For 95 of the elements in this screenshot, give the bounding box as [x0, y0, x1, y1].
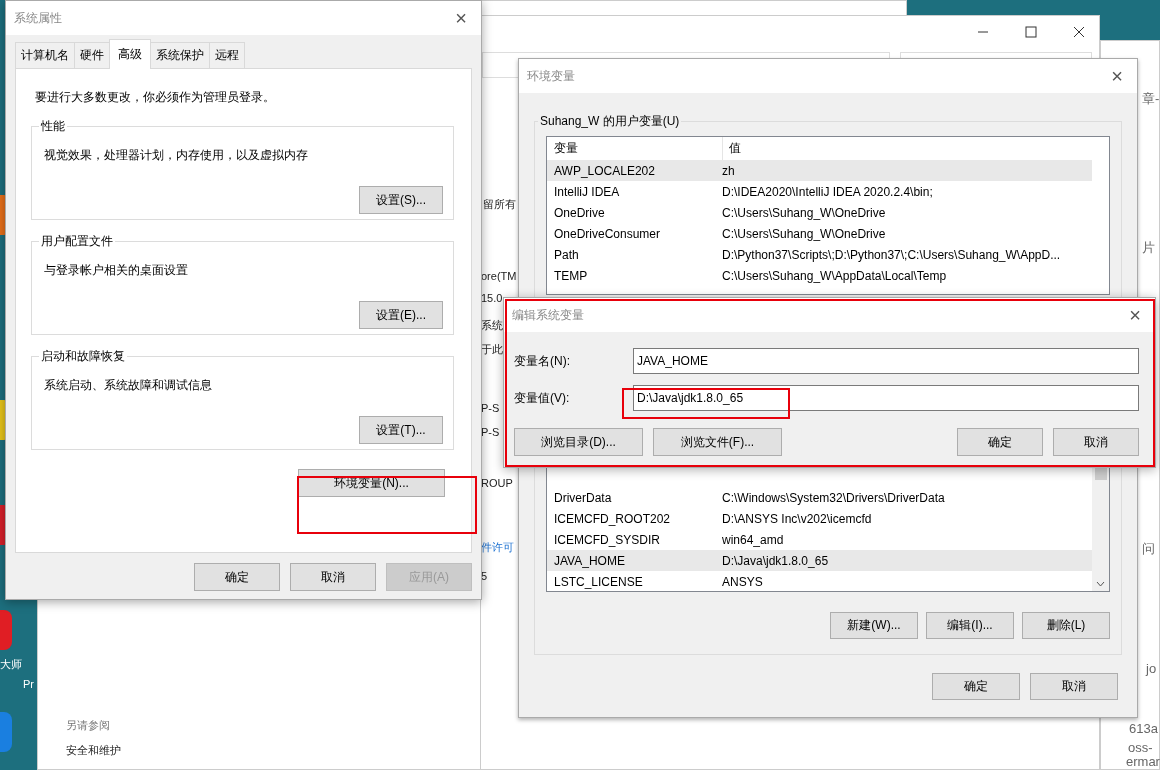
background-text: oss-	[1128, 740, 1153, 755]
settings-button[interactable]: 设置(S)...	[359, 186, 443, 214]
window-title: 系统属性	[14, 9, 62, 27]
list-row[interactable]: ICEMCFD_SYSDIR win64_amd	[547, 529, 1092, 550]
dialog-button[interactable]: 浏览文件(F)...	[653, 428, 782, 456]
background-text: 5	[481, 570, 488, 582]
background-text: 另请参阅	[66, 718, 110, 733]
field-label: 变量名(N):	[514, 352, 571, 370]
field-label: 变量值(V):	[514, 389, 571, 407]
list-row[interactable]: Path D:\Python37\Scripts\;D:\Python37\;C:\Users\Suhang_W\AppD...	[547, 244, 1092, 265]
background-text: jo	[1146, 661, 1157, 676]
desktop-icon-label[interactable]: Pr	[23, 678, 34, 690]
variable-value: D:\Java\jdk1.8.0_65	[722, 553, 829, 568]
background-text: 安全和维护	[66, 743, 121, 758]
group-title: 用户配置文件	[40, 233, 114, 250]
list-row[interactable]: TEMP C:\Users\Suhang_W\AppData\Local\Temp	[547, 265, 1092, 286]
list-row[interactable]: OneDrive C:\Users\Suhang_W\OneDrive	[547, 202, 1092, 223]
notice-text: 要进行大多数更改，你必须作为管理员登录。	[35, 89, 276, 106]
background-text: 15.0	[481, 292, 503, 304]
background-text: 于此	[481, 342, 503, 357]
list-row[interactable]: OneDriveConsumer C:\Users\Suhang_W\OneDrive	[547, 223, 1092, 244]
dialog-button[interactable]: 取消	[290, 563, 376, 591]
background-text: P-S	[481, 426, 500, 438]
variable-name: JAVA_HOME	[553, 553, 626, 568]
dialog-button[interactable]: 取消	[1030, 673, 1118, 700]
background-text: 613a	[1129, 721, 1158, 736]
list-row[interactable]: DriverData C:\Windows\System32\Drivers\DriverData	[547, 487, 1092, 508]
window-title: 环境变量	[527, 67, 575, 85]
variable-value: zh	[722, 163, 735, 178]
dialog-button[interactable]: 确定	[957, 428, 1043, 456]
group-description: 视觉效果，处理器计划，内存使用，以及虚拟内存	[44, 147, 309, 164]
settings-button[interactable]: 设置(T)...	[359, 416, 443, 444]
variable-value: ANSYS	[722, 574, 763, 589]
column-header[interactable]: 变量	[547, 140, 722, 157]
variable-name: ICEMCFD_SYSDIR	[553, 532, 661, 547]
list-action-button[interactable]: 新建(W)...	[830, 612, 918, 639]
dialog-button[interactable]: 浏览目录(D)...	[514, 428, 643, 456]
tab[interactable]: 远程	[209, 42, 245, 68]
close-button[interactable]: ×	[1107, 66, 1127, 86]
list-row[interactable]: ICEMCFD_ROOT202 D:\ANSYS Inc\v202\icemcfd	[547, 508, 1092, 529]
variable-name: IntelliJ IDEA	[553, 184, 621, 199]
desktop-icon-label[interactable]: 大师	[0, 657, 22, 672]
variable-value: win64_amd	[722, 532, 784, 547]
input-field[interactable]: JAVA_HOME	[633, 348, 1139, 374]
background-text: 问	[1142, 540, 1155, 558]
group-description: 与登录帐户相关的桌面设置	[44, 262, 189, 279]
background-text: 件许可	[481, 540, 514, 555]
variable-name: OneDrive	[553, 205, 606, 220]
scroll-down-icon[interactable]	[1096, 581, 1105, 587]
close-button[interactable]: ×	[1125, 305, 1145, 325]
settings-button[interactable]: 设置(E)...	[359, 301, 443, 329]
variable-name: DriverData	[553, 490, 613, 505]
tab[interactable]: 计算机名	[15, 42, 75, 68]
window-title: 编辑系统变量	[512, 306, 584, 324]
background-text: ROUP	[481, 477, 513, 489]
environment-variables-button[interactable]: 环境变量(N)...	[298, 469, 445, 497]
background-text: 留所有	[483, 197, 516, 212]
variable-value: D:\ANSYS Inc\v202\icemcfd	[722, 511, 872, 526]
background-text: 章-	[1142, 90, 1160, 108]
dialog-button[interactable]: 确定	[194, 563, 280, 591]
variable-value: C:\Users\Suhang_W\AppData\Local\Temp	[722, 268, 947, 283]
background-text: 片	[1142, 239, 1155, 257]
dialog-button[interactable]: 取消	[1053, 428, 1139, 456]
background-text: P-S	[481, 402, 500, 414]
list-action-button[interactable]: 编辑(I)...	[926, 612, 1014, 639]
variable-value: D:\IDEA2020\IntelliJ IDEA 2020.2.4\bin;	[722, 184, 933, 199]
input-field[interactable]: D:\Java\jdk1.8.0_65	[633, 385, 1139, 411]
variable-value: C:\Users\Suhang_W\OneDrive	[722, 226, 886, 241]
close-icon[interactable]	[1073, 26, 1085, 38]
background-text: 系统	[481, 318, 503, 333]
variable-name: Path	[553, 247, 580, 262]
variable-name: TEMP	[553, 268, 589, 283]
group-title: 性能	[40, 118, 66, 135]
variable-name: OneDriveConsumer	[553, 226, 662, 241]
list-row[interactable]: JAVA_HOME D:\Java\jdk1.8.0_65	[547, 550, 1092, 571]
group-title: 启动和故障恢复	[40, 348, 126, 365]
group-title: Suhang_W 的用户变量(U)	[539, 113, 681, 130]
list-row[interactable]: IntelliJ IDEA D:\IDEA2020\IntelliJ IDEA 2020.2.4\bin;	[547, 181, 1092, 202]
maximize-icon[interactable]	[1025, 26, 1037, 38]
variable-value: C:\Users\Suhang_W\OneDrive	[722, 205, 886, 220]
variable-name: ICEMCFD_ROOT202	[553, 511, 672, 526]
variable-name: LSTC_LICENSE	[553, 574, 644, 589]
list-row[interactable]: AWP_LOCALE202 zh	[547, 160, 1092, 181]
dialog-button[interactable]: 确定	[932, 673, 1020, 700]
background-text: ore(TM	[481, 270, 517, 282]
scrollbar[interactable]	[1092, 466, 1109, 591]
close-button[interactable]: ×	[451, 8, 471, 28]
background-text: ermar	[1126, 754, 1160, 769]
variable-name: AWP_LOCALE202	[553, 163, 656, 178]
tab[interactable]: 高级	[109, 39, 151, 69]
variable-value: C:\Windows\System32\Drivers\DriverData	[722, 490, 945, 505]
list-row[interactable]: LSTC_LICENSE ANSYS	[547, 571, 1092, 591]
group-description: 系统启动、系统故障和调试信息	[44, 377, 213, 394]
variable-value: D:\Python37\Scripts\;D:\Python37\;C:\Users\Suhang_W\AppD...	[722, 247, 1061, 262]
list-action-button[interactable]: 删除(L)	[1022, 612, 1110, 639]
